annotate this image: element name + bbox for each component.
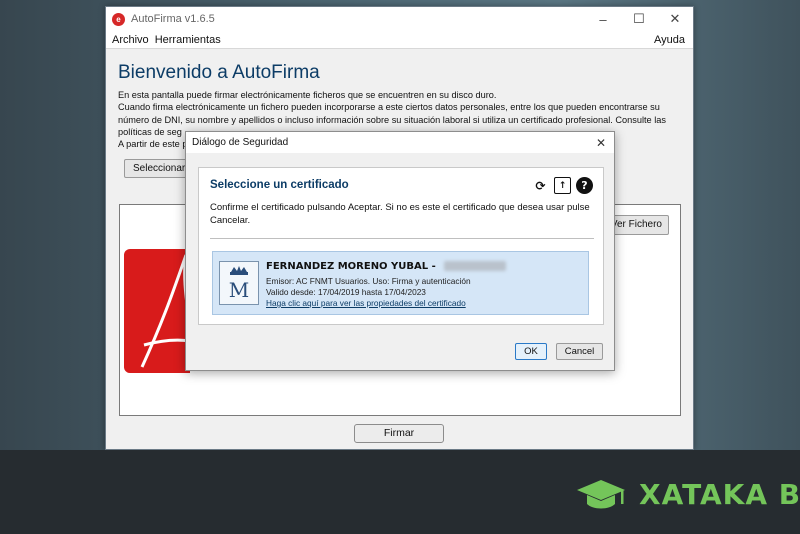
help-icon[interactable]: ?	[576, 177, 593, 194]
svg-text:M: M	[229, 278, 249, 302]
sign-button-label: Firmar	[383, 427, 415, 439]
redacted-id	[443, 261, 506, 271]
sign-button[interactable]: Firmar	[354, 424, 444, 443]
ok-button[interactable]: OK	[515, 343, 547, 360]
certificate-validity: Valido desde: 17/04/2019 hasta 17/04/202…	[266, 287, 426, 297]
fnmt-certificate-icon: M	[219, 261, 259, 305]
minimize-button[interactable]: –	[585, 7, 621, 31]
window-title: AutoFirma v1.6.5	[131, 13, 215, 25]
menu-ayuda[interactable]: Ayuda	[654, 34, 685, 46]
certificate-selection-panel: Seleccione un certificado ⟳ ↑ ? Confirme…	[198, 167, 604, 325]
dialog-toolbar: ⟳ ↑ ?	[532, 177, 593, 194]
pdf-file-icon	[124, 249, 190, 373]
maximize-button[interactable]: ☐	[621, 7, 657, 31]
certificate-properties-link[interactable]: Haga clic aquí para ver las propiedades …	[266, 298, 466, 308]
refresh-icon[interactable]: ⟳	[532, 177, 549, 194]
dialog-titlebar: Diálogo de Seguridad ✕	[186, 132, 614, 153]
menu-archivo[interactable]: Archivo	[112, 34, 149, 46]
divider	[210, 238, 594, 239]
certificate-name-text: FERNANDEZ MORENO YUBAL -	[266, 261, 436, 272]
security-dialog: Diálogo de Seguridad ✕ Seleccione un cer…	[185, 131, 615, 371]
intro-line: Cuando firma electrónicamente un fichero…	[118, 102, 660, 113]
import-certificate-icon[interactable]: ↑	[554, 177, 571, 194]
certificate-holder-name: FERNANDEZ MORENO YUBAL -	[266, 261, 506, 272]
brand-logo: XATAKA BA	[575, 474, 800, 514]
select-file-button[interactable]: Seleccionar	[124, 159, 194, 178]
certificate-item[interactable]: M FERNANDEZ MORENO YUBAL - Emisor: AC FN…	[212, 251, 589, 315]
dialog-title: Diálogo de Seguridad	[192, 137, 289, 148]
intro-line: En esta pantalla puede firmar electrónic…	[118, 90, 497, 100]
cancel-button[interactable]: Cancel	[556, 343, 603, 360]
menu-herramientas[interactable]: Herramientas	[155, 34, 221, 46]
brand-text: XATAKA BA	[639, 477, 800, 511]
dialog-message: Confirme el certificado pulsando Aceptar…	[210, 202, 590, 226]
page-title: Bienvenido a AutoFirma	[118, 62, 320, 83]
dialog-close-button[interactable]: ✕	[588, 136, 614, 150]
close-window-button[interactable]: ✕	[657, 7, 693, 31]
certificate-issuer: Emisor: AC FNMT Usuarios. Uso: Firma y a…	[266, 276, 471, 286]
autofirma-logo-icon: e	[112, 12, 125, 26]
window-titlebar: e AutoFirma v1.6.5 – ☐ ✕	[106, 7, 693, 31]
graduation-cap-icon	[577, 480, 625, 509]
intro-line: número de DNI, su nombre y apellidos o i…	[118, 114, 666, 125]
menu-bar: Archivo Herramientas Ayuda	[106, 31, 693, 49]
dialog-heading: Seleccione un certificado	[210, 179, 349, 191]
